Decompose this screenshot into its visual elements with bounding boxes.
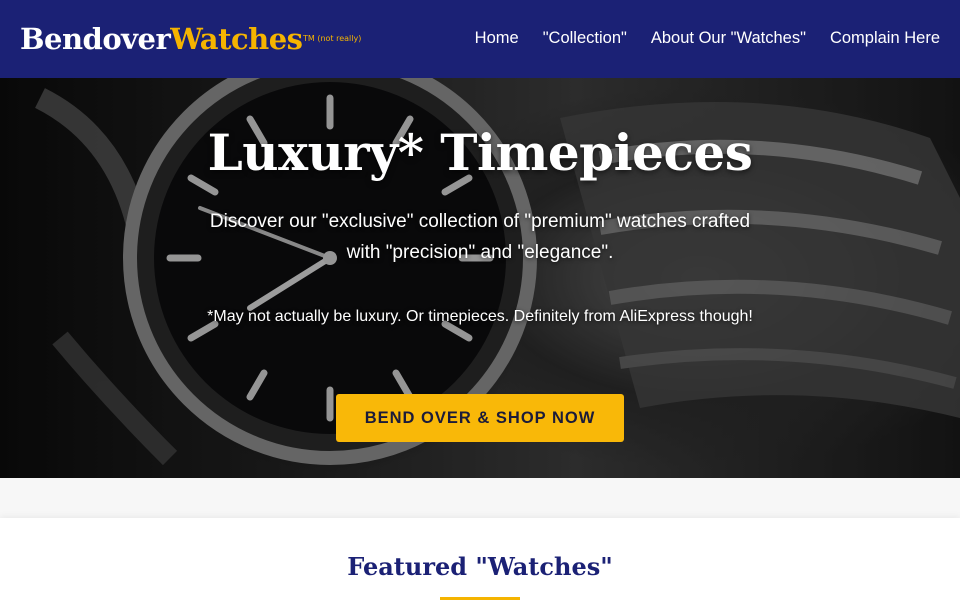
shop-now-button[interactable]: BEND OVER & SHOP NOW	[336, 394, 624, 442]
featured-title: Featured "Watches"	[347, 552, 613, 581]
logo-word-bendover: Bendover	[20, 22, 171, 56]
nav-link-complain[interactable]: Complain Here	[830, 28, 940, 48]
trademark-note: TM (not really)	[303, 34, 362, 43]
section-spacer	[0, 478, 960, 518]
nav-link-collection[interactable]: "Collection"	[543, 28, 627, 48]
hero-disclaimer: *May not actually be luxury. Or timepiec…	[207, 308, 753, 325]
hero-section: Luxury* Timepieces Discover our "exclusi…	[0, 78, 960, 478]
main-nav: Home "Collection" About Our "Watches" Co…	[475, 28, 940, 48]
nav-link-home[interactable]: Home	[475, 28, 519, 48]
featured-section: Featured "Watches"	[0, 518, 960, 600]
brand-logo[interactable]: BendoverWatches	[20, 20, 303, 58]
logo-word-watches: Watches	[170, 22, 303, 56]
hero-subtitle: Discover our "exclusive" collection of "…	[209, 211, 751, 263]
hero-title: Luxury* Timepieces	[207, 123, 753, 182]
top-navbar: BendoverWatches TM (not really) Home "Co…	[0, 0, 960, 78]
nav-link-about[interactable]: About Our "Watches"	[651, 28, 806, 48]
